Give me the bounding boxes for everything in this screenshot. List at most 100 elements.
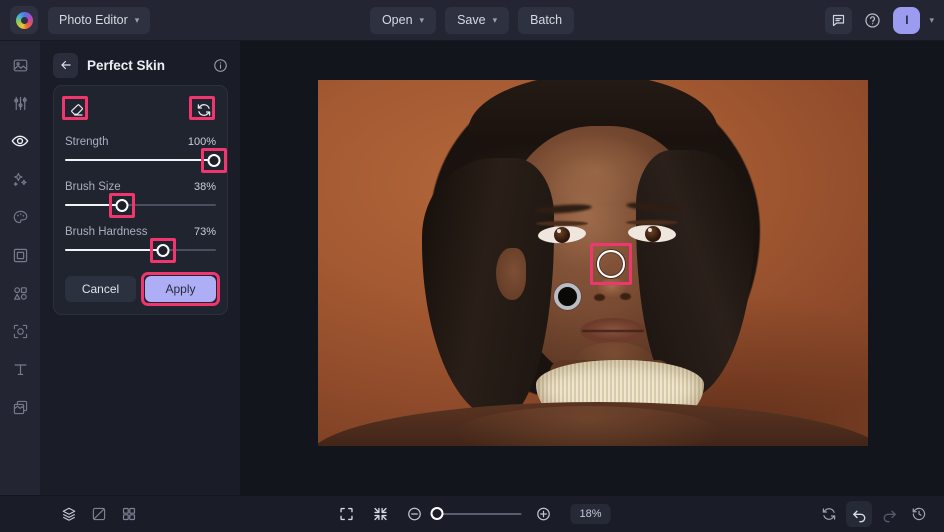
brush-size-value: 38% <box>193 181 216 193</box>
brush-tools-row <box>62 96 216 123</box>
zoom-level-display[interactable]: 18% <box>570 504 611 524</box>
redo-button[interactable] <box>876 501 902 527</box>
account-group: I ▾ <box>825 6 934 34</box>
chevron-down-icon: ▾ <box>492 14 498 25</box>
sidebar-item-retouch[interactable] <box>5 126 35 156</box>
collapse-arrows-icon <box>373 507 387 521</box>
batch-button[interactable]: Batch <box>518 6 575 34</box>
zoom-level-value: 18% <box>579 508 602 520</box>
back-button[interactable] <box>53 52 78 78</box>
brush-hardness-label: Brush Hardness <box>65 226 148 238</box>
product-menu-button[interactable]: Photo Editor ▾ <box>48 6 151 34</box>
back-arrow-icon <box>60 60 71 70</box>
slider-fill <box>65 249 164 251</box>
slider-fill <box>65 159 216 161</box>
apply-button[interactable]: Apply <box>141 272 220 306</box>
crop-subject-icon <box>13 324 27 338</box>
chevron-down-icon: ▾ <box>134 14 140 25</box>
compare-button[interactable] <box>86 502 111 527</box>
sidebar-item-color[interactable] <box>5 202 35 232</box>
photo-canvas[interactable] <box>318 80 868 446</box>
slider-fill <box>65 204 123 206</box>
eraser-icon <box>71 104 83 116</box>
chevron-down-icon: ▾ <box>419 14 425 25</box>
actual-size-button[interactable] <box>368 502 393 527</box>
avatar-initial: I <box>905 13 909 27</box>
strength-slider[interactable] <box>65 148 228 173</box>
eye-icon <box>11 135 29 147</box>
layers-stack-icon <box>13 400 27 414</box>
sidebar-item-text[interactable] <box>5 354 35 384</box>
zoom-in-button[interactable] <box>531 502 556 527</box>
history-controls <box>816 501 944 527</box>
ear-left <box>496 248 526 300</box>
zoom-slider-thumb[interactable] <box>430 507 444 520</box>
feedback-button[interactable] <box>825 6 853 34</box>
eyelid-left <box>536 221 588 226</box>
save-button[interactable]: Save ▾ <box>445 6 510 34</box>
photo-editor-app: Photo Editor ▾ Open ▾ Save ▾ Batch I ▾ P… <box>0 0 944 532</box>
frame-icon <box>13 248 27 262</box>
zoom-out-button[interactable] <box>402 502 427 527</box>
sidebar-item-background[interactable] <box>5 316 35 346</box>
iris-right <box>645 226 661 242</box>
tool-panel-column: Perfect Skin Strength 100% Brush Size 38… <box>41 41 241 495</box>
strength-label: Strength <box>65 136 109 148</box>
sidebar-item-elements[interactable] <box>5 278 35 308</box>
sidebar-item-effects[interactable] <box>5 164 35 194</box>
fit-to-screen-icon <box>339 507 353 521</box>
eraser-tool-button[interactable] <box>62 96 89 122</box>
sparkles-icon <box>13 172 27 186</box>
fit-to-screen-button[interactable] <box>334 502 359 527</box>
open-button[interactable]: Open ▾ <box>369 6 437 34</box>
image-icon <box>13 59 27 71</box>
product-menu-label: Photo Editor <box>59 13 128 27</box>
grid-view-button[interactable] <box>116 502 141 527</box>
layers-button[interactable] <box>56 502 81 527</box>
brush-size-label: Brush Size <box>65 181 121 193</box>
left-sidebar <box>0 41 41 495</box>
zoom-controls: 18% <box>334 502 611 527</box>
sidebar-item-photos[interactable] <box>5 50 35 80</box>
reset-view-button[interactable] <box>816 501 842 527</box>
color-wheel-logo-icon <box>15 11 33 29</box>
brush-size-slider-thumb[interactable] <box>115 199 129 212</box>
history-button[interactable] <box>906 501 932 527</box>
nostril-left <box>594 294 605 301</box>
app-logo-button[interactable] <box>10 6 38 34</box>
brush-hardness-slider[interactable] <box>65 238 216 263</box>
sidebar-item-adjust[interactable] <box>5 88 35 118</box>
undo-icon <box>852 510 865 522</box>
main-body: Perfect Skin Strength 100% Brush Size 38… <box>0 41 944 495</box>
undo-button[interactable] <box>846 501 872 527</box>
info-button[interactable] <box>213 58 228 73</box>
account-chevron-down-icon[interactable]: ▾ <box>929 15 934 26</box>
save-label: Save <box>457 13 486 27</box>
help-button[interactable] <box>859 7 886 34</box>
strength-slider-thumb[interactable] <box>207 154 221 167</box>
reset-tool-button[interactable] <box>189 96 216 122</box>
reset-refresh-icon <box>197 104 211 116</box>
eyelid-right <box>626 220 678 225</box>
canvas-area[interactable] <box>241 41 944 495</box>
cancel-button[interactable]: Cancel <box>65 276 136 302</box>
bottom-toolbar: 18% <box>0 495 944 532</box>
redo-icon <box>883 510 896 522</box>
brush-hardness-slider-thumb[interactable] <box>156 244 170 257</box>
brush-hardness-value: 73% <box>193 226 216 238</box>
file-actions-group: Open ▾ Save ▾ Batch <box>369 6 575 34</box>
sliders-icon <box>13 96 27 110</box>
iris-left <box>554 227 570 243</box>
brush-size-slider[interactable] <box>65 193 216 218</box>
apply-label: Apply <box>165 282 196 296</box>
compare-split-icon <box>92 507 105 521</box>
sidebar-item-frames[interactable] <box>5 240 35 270</box>
panel-actions: Cancel Apply <box>65 272 220 306</box>
sidebar-item-overlays[interactable] <box>5 392 35 422</box>
batch-label: Batch <box>530 13 563 27</box>
info-circle-icon <box>214 58 227 72</box>
avatar[interactable]: I <box>893 6 921 34</box>
zoom-slider[interactable] <box>430 507 522 520</box>
top-toolbar: Photo Editor ▾ Open ▾ Save ▾ Batch I ▾ <box>0 0 944 41</box>
strength-row: Strength 100% <box>65 136 216 148</box>
